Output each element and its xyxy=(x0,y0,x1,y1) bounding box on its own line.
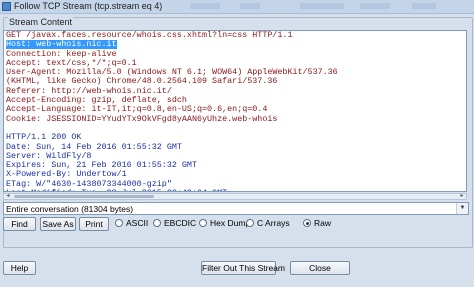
save-as-button-label: Save As xyxy=(42,219,74,229)
find-button-label: Find xyxy=(11,219,28,229)
radio-label: Raw xyxy=(314,218,332,228)
background-window-hint xyxy=(360,3,390,9)
request-line: Accept: text/css,*/*;q=0.1 xyxy=(6,59,466,68)
window-title: Follow TCP Stream (tcp.stream eq 4) xyxy=(14,1,163,11)
request-line-text: Cookie: JSESSIONID=YYudYTx9OkVFgd8yAAN6y… xyxy=(6,114,278,124)
background-window-hint xyxy=(240,3,260,9)
chevron-down-icon[interactable]: ▼ xyxy=(456,203,468,214)
request-line-text: Connection: keep-alive xyxy=(6,49,117,59)
stream-lines: GET /javax.faces.resource/whois.css.xhtm… xyxy=(6,31,466,191)
request-line: User-Agent: Mozilla/5.0 (Windows NT 6.1;… xyxy=(6,68,466,77)
response-line: HTTP/1.1 200 OK xyxy=(6,133,82,143)
find-button[interactable]: Find xyxy=(3,217,36,231)
conversation-select-value: Entire conversation (81304 bytes) xyxy=(6,204,134,214)
request-line-text: (KHTML, like Gecko) Chrome/48.0.2564.109… xyxy=(6,77,278,87)
request-line-text: Referer: http://web-whois.nic.it/ xyxy=(6,86,172,96)
request-line: Referer: http://web-whois.nic.it/ xyxy=(6,87,466,96)
print-button[interactable]: Print xyxy=(79,217,109,231)
request-line-text: Accept-Language: it-IT,it;q=0.8,en-US;q=… xyxy=(6,105,268,115)
help-button-label: Help xyxy=(10,263,29,273)
title-bar: Follow TCP Stream (tcp.stream eq 4) xyxy=(0,0,474,14)
radio-label: C Arrays xyxy=(257,218,290,228)
response-line: X-Powered-By: Undertow/1 xyxy=(6,170,127,180)
scroll-right-icon[interactable]: ▸ xyxy=(458,193,466,199)
horizontal-scrollbar[interactable]: ◂ ▸ xyxy=(3,193,467,200)
response-line: Last-Modified: Tue, 28 Jul 2015 08:49:04… xyxy=(6,189,466,191)
response-line: Server: WildFly/8 xyxy=(6,151,92,161)
request-line: Host: web-whois.nic.it xyxy=(6,40,466,50)
response-line: Date: Sun, 14 Feb 2016 01:55:32 GMT xyxy=(6,142,182,152)
close-button[interactable]: Close xyxy=(290,261,350,275)
request-line-text: User-Agent: Mozilla/5.0 (Windows NT 6.1;… xyxy=(6,68,338,78)
radio-icon[interactable] xyxy=(246,219,254,227)
request-line-text: GET /javax.faces.resource/whois.css.xhtm… xyxy=(6,31,293,40)
scrollbar-thumb[interactable] xyxy=(14,195,154,198)
request-line: Accept-Encoding: gzip, deflate, sdch xyxy=(6,96,466,105)
group-title: Stream Content xyxy=(8,17,74,27)
request-line: Cookie: JSESSIONID=YYudYTx9OkVFgd8yAAN6y… xyxy=(6,115,466,124)
request-line: Accept-Language: it-IT,it;q=0.8,en-US;q=… xyxy=(6,105,466,114)
print-button-label: Print xyxy=(85,219,103,229)
conversation-select[interactable]: Entire conversation (81304 bytes) ▼ xyxy=(3,202,469,215)
request-line-text: Host: web-whois.nic.it xyxy=(6,40,117,50)
stream-text-area[interactable]: GET /javax.faces.resource/whois.css.xhtm… xyxy=(3,30,467,192)
radio-icon[interactable] xyxy=(199,219,207,227)
radio-label: EBCDIC xyxy=(164,218,197,228)
help-button[interactable]: Help xyxy=(3,261,36,275)
app-icon xyxy=(2,2,11,11)
save-as-button[interactable]: Save As xyxy=(40,217,76,231)
request-line-text: Accept-Encoding: gzip, deflate, sdch xyxy=(6,96,187,106)
filter-out-stream-button[interactable]: Filter Out This Stream xyxy=(201,261,285,275)
background-window-hint xyxy=(300,3,344,9)
response-line: ETag: W/"4630-1438073344000-gzip" xyxy=(6,179,172,189)
radio-label: Hex Dump xyxy=(210,218,251,228)
radio-label: ASCII xyxy=(126,218,149,228)
background-window-hint xyxy=(190,3,220,9)
radio-icon[interactable] xyxy=(303,219,311,227)
request-line: GET /javax.faces.resource/whois.css.xhtm… xyxy=(6,31,466,40)
request-line: (KHTML, like Gecko) Chrome/48.0.2564.109… xyxy=(6,77,466,86)
radio-icon[interactable] xyxy=(115,219,123,227)
background-window-hint xyxy=(412,3,436,9)
request-line: Connection: keep-alive xyxy=(6,50,466,59)
filter-out-stream-button-label: Filter Out This Stream xyxy=(202,263,285,273)
radio-icon[interactable] xyxy=(153,219,161,227)
close-button-label: Close xyxy=(309,263,331,273)
scroll-left-icon[interactable]: ◂ xyxy=(4,193,12,199)
request-line-text: Accept: text/css,*/*;q=0.1 xyxy=(6,58,137,68)
response-line: Expires: Sun, 21 Feb 2016 01:55:32 GMT xyxy=(6,161,197,171)
